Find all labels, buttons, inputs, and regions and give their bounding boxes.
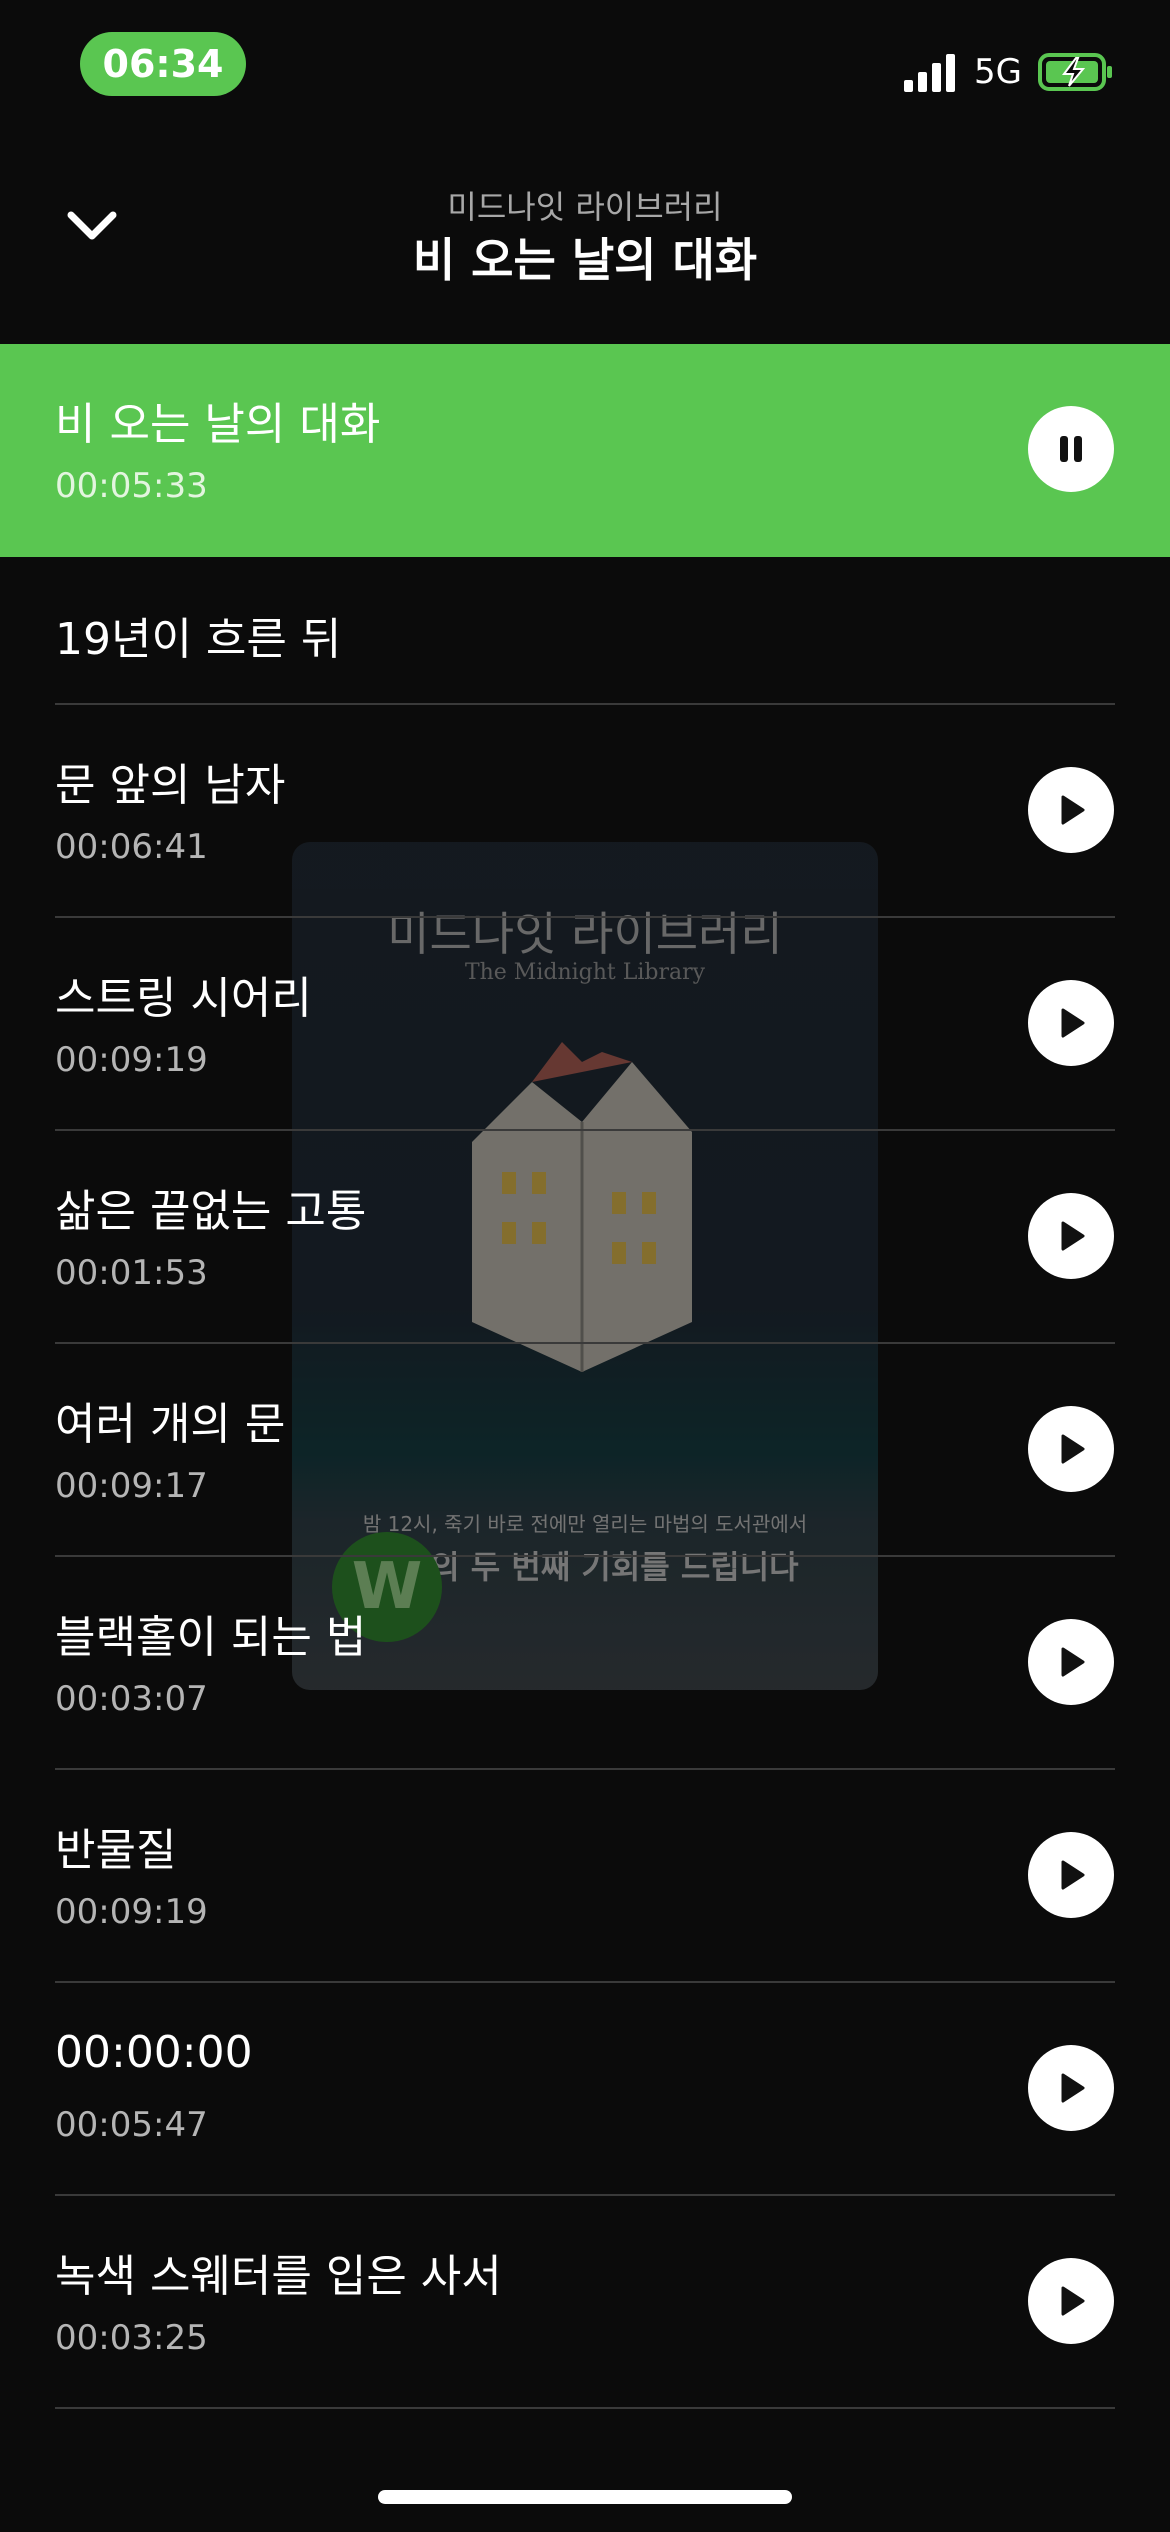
chapter-title: 문 앞의 남자 [55, 760, 286, 811]
chapter-title: 반물질 [55, 1825, 177, 1876]
chapter-title: 녹색 스웨터를 입은 사서 [55, 2251, 502, 2302]
play-button[interactable] [1028, 1406, 1114, 1492]
play-icon [1061, 1434, 1085, 1464]
play-icon [1061, 1647, 1085, 1677]
chapter-title: 비 오는 날의 대화 [55, 399, 381, 450]
chapter-duration: 00:09:17 [55, 1466, 208, 1506]
chapter-title: 블랙홀이 되는 법 [55, 1612, 367, 1663]
current-chapter-title: 비 오는 날의 대화 [412, 233, 758, 287]
list-item[interactable]: 문 앞의 남자 00:06:41 [0, 705, 1170, 918]
list-item[interactable]: 블랙홀이 되는 법 00:03:07 [0, 1557, 1170, 1770]
divider [55, 2407, 1115, 2409]
play-icon [1061, 1860, 1085, 1890]
play-icon [1061, 2286, 1085, 2316]
chapter-duration: 00:03:25 [55, 2318, 208, 2358]
list-item[interactable]: 삶은 끝없는 고통 00:01:53 [0, 1131, 1170, 1344]
list-item[interactable]: 여러 개의 문 00:09:17 [0, 1344, 1170, 1557]
home-indicator[interactable] [378, 2490, 792, 2504]
chapter-title: 00:00:00 [55, 2027, 253, 2078]
chapter-title: 19년이 흐른 뒤 [55, 614, 342, 665]
play-icon [1061, 1008, 1085, 1038]
chapter-list: 비 오는 날의 대화 00:05:33 19년이 흐른 뒤 문 앞의 남자 00… [0, 344, 1170, 2409]
play-icon [1061, 795, 1085, 825]
play-button[interactable] [1028, 2045, 1114, 2131]
play-icon [1061, 1221, 1085, 1251]
chapter-duration: 00:05:33 [55, 466, 208, 506]
play-button[interactable] [1028, 1832, 1114, 1918]
signal-icon [904, 54, 956, 92]
list-item[interactable]: 비 오는 날의 대화 00:05:33 [0, 344, 1170, 557]
chapter-title: 여러 개의 문 [55, 1399, 286, 1450]
play-icon [1061, 2073, 1085, 2103]
list-item[interactable]: 19년이 흐른 뒤 [0, 557, 1170, 705]
pause-icon [1060, 436, 1082, 462]
list-item[interactable]: 반물질 00:09:19 [0, 1770, 1170, 1983]
book-title: 미드나잇 라이브러리 [447, 188, 723, 226]
player-header: 미드나잇 라이브러리 비 오는 날의 대화 [0, 168, 1170, 318]
status-indicators: 5G [902, 48, 1114, 96]
battery-charging-icon [1038, 53, 1112, 91]
status-time: 06:34 [80, 32, 246, 96]
play-button[interactable] [1028, 1619, 1114, 1705]
list-item[interactable]: 녹색 스웨터를 입은 사서 00:03:25 [0, 2196, 1170, 2409]
pause-button[interactable] [1028, 406, 1114, 492]
play-button[interactable] [1028, 2258, 1114, 2344]
chapter-duration: 00:06:41 [55, 827, 208, 867]
status-bar: 06:34 5G [0, 0, 1170, 140]
network-label: 5G [974, 52, 1022, 92]
chapter-duration: 00:01:53 [55, 1253, 208, 1293]
chapter-duration: 00:09:19 [55, 1040, 208, 1080]
chapter-duration: 00:03:07 [55, 1679, 208, 1719]
play-button[interactable] [1028, 1193, 1114, 1279]
play-button[interactable] [1028, 767, 1114, 853]
play-button[interactable] [1028, 980, 1114, 1066]
chapter-duration: 00:09:19 [55, 1892, 208, 1932]
list-item[interactable]: 00:00:00 00:05:47 [0, 1983, 1170, 2196]
chapter-duration: 00:05:47 [55, 2105, 208, 2145]
chapter-title: 삶은 끝없는 고통 [55, 1186, 367, 1237]
chapter-title: 스트링 시어리 [55, 973, 312, 1024]
list-item[interactable]: 스트링 시어리 00:09:19 [0, 918, 1170, 1131]
